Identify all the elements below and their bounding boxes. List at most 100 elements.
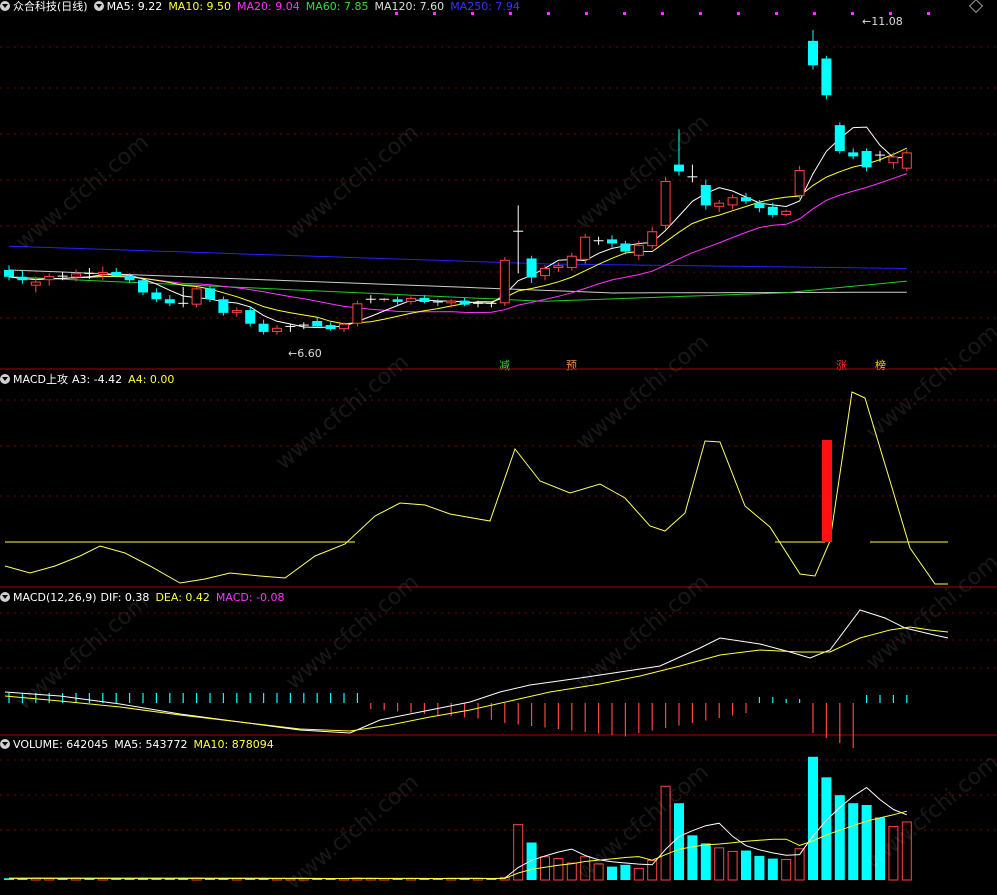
candle-body-down: [808, 40, 818, 66]
candle-body-up: [339, 323, 349, 330]
candle-body-up: [580, 236, 591, 260]
candle-body-down: [4, 270, 14, 277]
candle-body-down: [205, 288, 215, 300]
candle-body-down: [392, 299, 403, 302]
candle-body-down: [218, 299, 229, 313]
volume-bar-down: [821, 777, 832, 880]
volume-bar-up: [794, 848, 805, 881]
volume-bar-up: [781, 858, 792, 881]
candle-body-down: [821, 58, 832, 96]
volume-bar-up: [888, 825, 899, 881]
volume-bar-up: [647, 859, 658, 881]
candle-body-up: [406, 297, 416, 302]
candle-body-up: [888, 156, 899, 164]
candle-body-up: [30, 281, 41, 286]
candle-body-up: [647, 231, 658, 247]
top-marker-dot: [547, 12, 550, 15]
ma250-line: [8, 245, 907, 269]
volume-bar-down: [808, 756, 818, 880]
volume-bar-down: [700, 843, 711, 880]
volume-bar-down: [875, 817, 885, 880]
candle-body-up: [352, 303, 363, 324]
candle-body-up: [499, 259, 510, 304]
top-marker-dot: [623, 12, 626, 15]
volume-bar-up: [553, 858, 564, 881]
volume-bar-down: [861, 805, 872, 880]
candle-body-up: [660, 180, 671, 226]
candle-body-up: [781, 210, 792, 215]
candle-body-down: [741, 197, 751, 202]
candle-body-down: [258, 323, 269, 332]
candle-body-down: [138, 280, 148, 293]
volume-bar-down: [687, 835, 698, 880]
candle-body-up: [191, 288, 202, 305]
macd-dif-line: [4, 609, 949, 734]
candle-body-down: [164, 299, 175, 304]
candle-body-up: [71, 273, 81, 278]
macd-dea-line: [4, 626, 949, 732]
top-marker-dot: [471, 12, 474, 15]
top-marker-dot: [585, 12, 588, 15]
volume-bar-up: [580, 856, 591, 881]
candle-body-down: [607, 239, 617, 244]
candle-body-up: [566, 255, 577, 268]
candle-body-up: [633, 244, 644, 256]
volume-bar-up: [540, 856, 550, 881]
candle-body-up: [231, 310, 242, 313]
top-marker-dot: [889, 12, 892, 15]
candle-body-up: [44, 276, 55, 281]
volume-bar-down: [526, 842, 537, 880]
candle-body-down: [674, 164, 684, 172]
top-marker-dot: [927, 12, 930, 15]
candle-body-down: [325, 325, 336, 330]
top-marker-dot: [737, 12, 740, 15]
candle-body-up: [97, 272, 108, 275]
candle-body-down: [459, 300, 470, 305]
top-marker-dot: [775, 12, 778, 15]
candle-body-up: [901, 152, 912, 169]
top-marker-dot: [813, 12, 816, 15]
top-marker-dot: [395, 12, 398, 15]
candle-body-down: [700, 185, 711, 206]
candle-body-down: [861, 151, 872, 168]
volume-bar-up: [901, 821, 912, 881]
volume-bar-down: [607, 866, 617, 880]
macd-attack-a3-line: [4, 391, 948, 585]
candle-body-down: [151, 292, 162, 300]
candle-body-up: [727, 197, 738, 206]
candle-body-down: [17, 276, 28, 281]
candle-body-down: [312, 321, 323, 327]
volume-bar-down: [620, 864, 631, 880]
volume-bar-down: [754, 855, 765, 880]
candle-body-up: [446, 300, 457, 304]
volume-bar-down: [848, 803, 859, 880]
top-marker-dot: [851, 12, 854, 15]
candle-body-up: [794, 170, 805, 196]
candle-body-down: [419, 297, 430, 302]
candle-body-down: [245, 310, 256, 324]
candle-body-down: [124, 276, 135, 281]
macd-attack-signal-bar: [822, 440, 832, 542]
volume-bar-up: [714, 847, 725, 881]
volume-bar-up: [727, 850, 738, 881]
candle-body-down: [754, 202, 765, 209]
candle-body-down: [834, 125, 845, 151]
candle-body-down: [848, 152, 859, 157]
candle-body-down: [767, 206, 778, 215]
candle-body-up: [714, 202, 725, 207]
volume-bar-up: [593, 863, 604, 881]
candle-body-down: [526, 258, 537, 278]
stock-chart[interactable]: [0, 0, 997, 883]
volume-bar-up: [566, 862, 577, 881]
candle-body-down: [111, 272, 122, 277]
candle-body-up: [553, 265, 564, 268]
candle-body-down: [620, 243, 631, 252]
candle-body-up: [272, 327, 282, 332]
top-marker-dot: [509, 12, 512, 15]
top-marker-dot: [661, 12, 664, 15]
volume-bar-down: [741, 850, 751, 880]
volume-bar-down: [674, 803, 684, 880]
top-marker-dot: [699, 12, 702, 15]
volume-bar-up: [633, 867, 644, 881]
candle-body-up: [540, 267, 550, 277]
